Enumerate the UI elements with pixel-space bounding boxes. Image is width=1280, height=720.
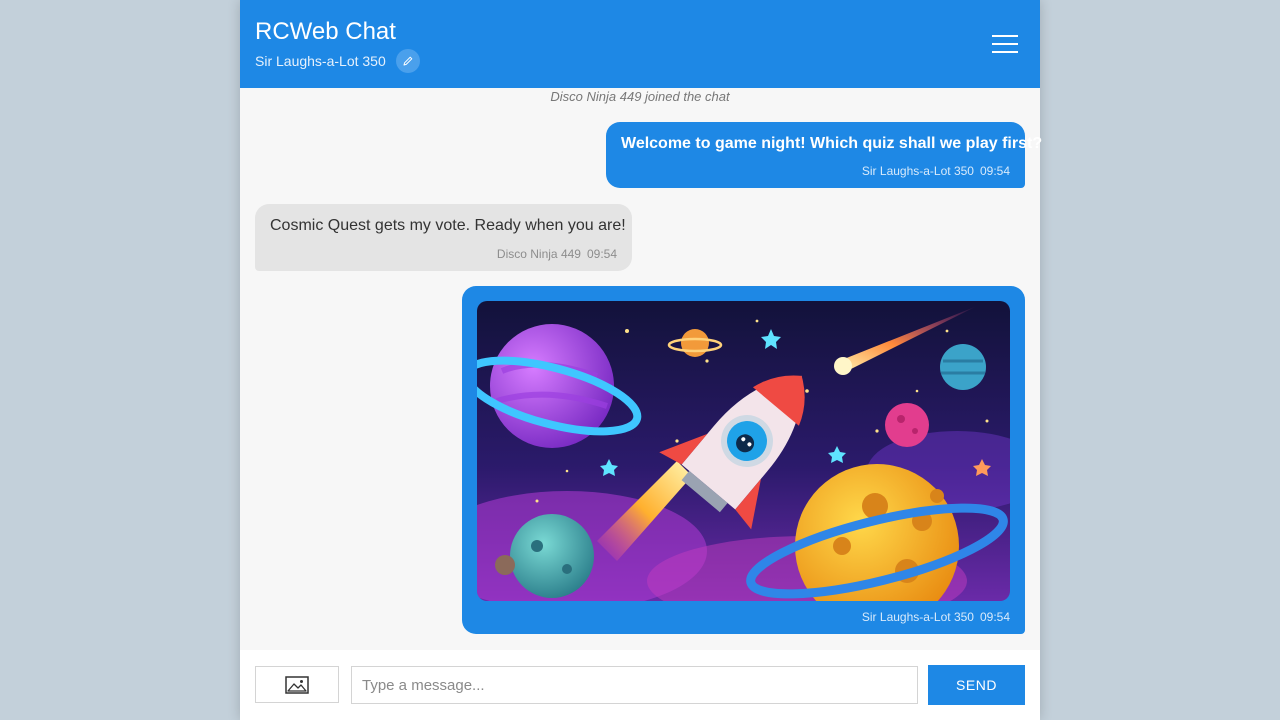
message-composer: SEND: [240, 650, 1040, 720]
pencil-icon: [403, 56, 413, 66]
system-message: Disco Ninja 449 joined the chat: [550, 89, 730, 104]
message-list[interactable]: Disco Ninja 449 joined the chat Welcome …: [240, 88, 1042, 648]
message-time: 09:54: [586, 247, 617, 261]
menu-button[interactable]: [988, 30, 1022, 58]
message-text: Cosmic Quest gets my vote. Ready when yo…: [270, 217, 626, 234]
message-bubble-outgoing: Welcome to game night! Which quiz shall …: [606, 122, 1042, 188]
image-icon: [285, 675, 309, 694]
space-rocket-image: [477, 301, 1010, 601]
user-name: Sir Laughs-a-Lot 350: [255, 53, 386, 69]
message-sender: Sir Laughs-a-Lot 350: [861, 164, 974, 178]
message-input[interactable]: [351, 666, 918, 704]
attach-image-button[interactable]: [255, 666, 339, 703]
message-bubble-outgoing-image: Sir Laughs-a-Lot 350 09:54: [462, 286, 1025, 634]
current-user: Sir Laughs-a-Lot 350: [255, 49, 420, 73]
shared-image[interactable]: [477, 301, 1010, 601]
message-meta: Disco Ninja 449 09:54: [497, 247, 617, 261]
chat-app: RCWeb Chat Sir Laughs-a-Lot 350 Disco Ni…: [240, 0, 1042, 720]
message-time: 09:54: [979, 164, 1010, 178]
app-title: RCWeb Chat: [255, 18, 396, 45]
message-meta: Sir Laughs-a-Lot 350 09:54: [862, 610, 1010, 624]
hamburger-menu-icon: [992, 35, 1018, 37]
message-meta: Sir Laughs-a-Lot 350 09:54: [862, 164, 1010, 178]
message-bubble-incoming: Cosmic Quest gets my vote. Ready when yo…: [255, 204, 632, 271]
app-header: RCWeb Chat Sir Laughs-a-Lot 350: [240, 0, 1040, 88]
send-button[interactable]: SEND: [928, 665, 1025, 705]
edit-name-button[interactable]: [395, 49, 420, 73]
message-text: Welcome to game night! Which quiz shall …: [621, 135, 1043, 152]
message-sender: Disco Ninja 449: [496, 247, 581, 261]
message-time: 09:54: [979, 610, 1010, 624]
message-sender: Sir Laughs-a-Lot 350: [861, 610, 974, 624]
